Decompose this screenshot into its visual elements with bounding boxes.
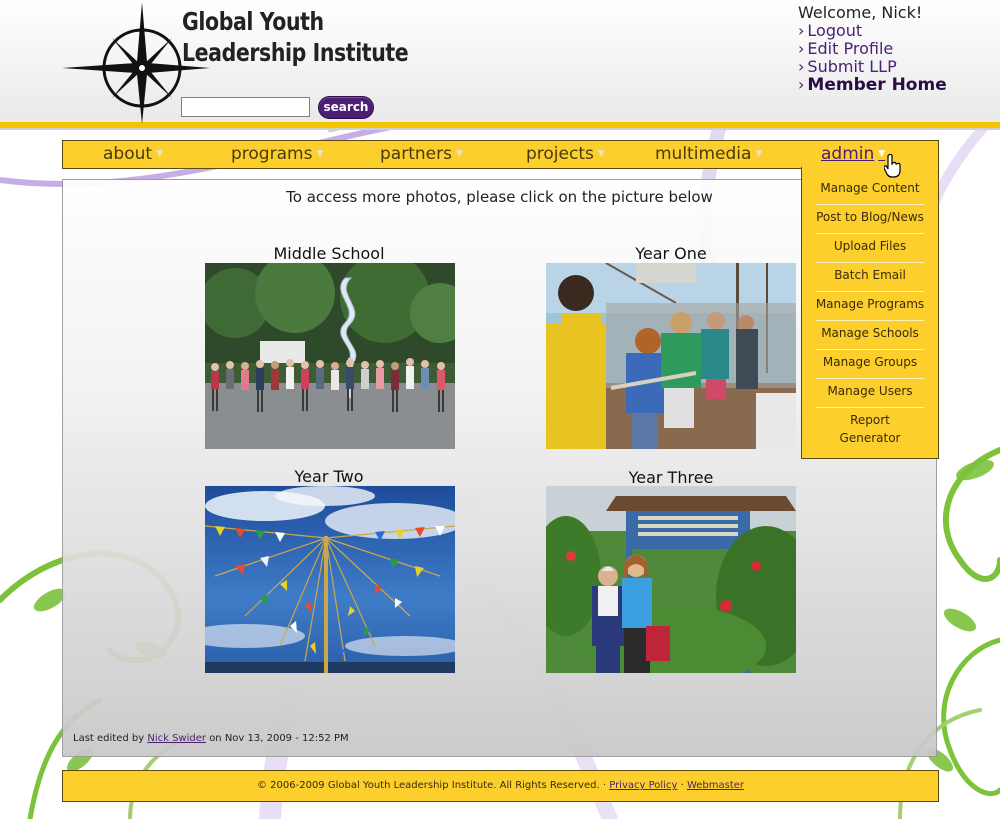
menu-item-manage-groups[interactable]: Manage Groups	[810, 353, 930, 371]
chevron-down-icon: ▼	[597, 149, 605, 159]
search-button[interactable]: search	[318, 96, 374, 119]
menu-divider	[816, 378, 924, 379]
edit-profile-link[interactable]: Edit Profile	[807, 39, 893, 58]
gallery-title-year-two: Year Two	[294, 467, 364, 486]
menu-item-label-line-1: Report	[850, 413, 890, 427]
menu-divider	[816, 262, 924, 263]
menu-divider	[816, 204, 924, 205]
chevron-down-icon: ▼	[156, 149, 163, 159]
nav-item-admin[interactable]: admin ▼	[821, 144, 885, 164]
menu-item-manage-users[interactable]: Manage Users	[810, 382, 930, 400]
submit-llp-link[interactable]: Submit LLP	[807, 57, 896, 76]
menu-divider	[816, 407, 924, 408]
menu-divider	[816, 291, 924, 292]
footer-separator: ·	[680, 780, 684, 791]
menu-item-report-generator[interactable]: Report Generator	[810, 411, 930, 447]
photo-year-one[interactable]	[546, 263, 796, 449]
site-footer: © 2006-2009 Global Youth Leadership Inst…	[62, 770, 939, 802]
photo-middle-school[interactable]	[205, 263, 455, 449]
menu-item-manage-programs[interactable]: Manage Programs	[810, 295, 930, 313]
privacy-policy-link[interactable]: Privacy Policy	[609, 780, 677, 791]
menu-item-batch-email[interactable]: Batch Email	[810, 266, 930, 284]
chevron-down-icon: ▼	[455, 149, 463, 159]
photo-year-three[interactable]	[546, 486, 796, 673]
logout-link[interactable]: Logout	[807, 21, 862, 40]
nav-item-partners[interactable]: partners ▼	[380, 144, 463, 164]
welcome-text: Welcome, Nick!	[798, 3, 923, 22]
hand-pointer-cursor	[884, 154, 901, 178]
footer-separator: ·	[602, 780, 607, 791]
menu-item-manage-content[interactable]: Manage Content	[810, 179, 930, 197]
main-nav: about ▼ programs ▼ partners ▼ projects ▼ mul…	[62, 140, 939, 169]
photo-year-two[interactable]	[205, 486, 455, 673]
menu-item-label-line-2: Generator	[839, 431, 901, 445]
webmaster-link[interactable]: Webmaster	[687, 780, 744, 791]
arrow-icon: ›	[798, 57, 805, 76]
arrow-icon: ›	[798, 39, 805, 58]
search-input[interactable]	[181, 97, 310, 117]
menu-item-manage-schools[interactable]: Manage Schools	[810, 324, 930, 342]
last-edited-date: on Nov 13, 2009 - 12:52 PM	[209, 733, 349, 744]
site-logo-text[interactable]: Global Youth Leadership Institute	[182, 6, 409, 68]
logo-line-2: Leadership Institute	[182, 38, 409, 67]
last-edited-prefix: Last edited by	[73, 733, 145, 744]
user-menu: Welcome, Nick! › Logout › Edit Profile › Su…	[798, 3, 947, 95]
admin-dropdown-menu: Manage Content Post to Blog/News Upload …	[801, 167, 939, 459]
menu-item-upload-files[interactable]: Upload Files	[810, 237, 930, 255]
nav-item-programs[interactable]: programs ▼	[231, 144, 323, 164]
nav-item-projects[interactable]: projects ▼	[526, 144, 605, 164]
menu-divider	[816, 320, 924, 321]
chevron-down-icon: ▼	[316, 149, 324, 159]
logo-line-1: Global Youth	[182, 7, 324, 36]
last-edited-user-link[interactable]: Nick Swider	[147, 733, 206, 744]
member-home-link[interactable]: Member Home	[807, 75, 946, 95]
last-edited-info: Last edited by Nick Swider on Nov 13, 20…	[73, 733, 349, 744]
menu-item-post-to-blog[interactable]: Post to Blog/News	[810, 208, 930, 226]
arrow-icon: ›	[798, 75, 805, 94]
gallery-title-year-one: Year One	[635, 244, 707, 263]
chevron-down-icon: ▼	[755, 149, 763, 159]
header-divider-shadow	[0, 128, 1000, 130]
gallery-title-middle-school: Middle School	[273, 244, 385, 263]
arrow-icon: ›	[798, 21, 805, 40]
gallery-title-year-three: Year Three	[628, 468, 714, 487]
nav-item-about[interactable]: about ▼	[103, 144, 163, 164]
menu-divider	[816, 233, 924, 234]
menu-divider	[816, 349, 924, 350]
copyright-text: © 2006-2009 Global Youth Leadership Inst…	[256, 780, 600, 791]
nav-item-multimedia[interactable]: multimedia ▼	[655, 144, 762, 164]
